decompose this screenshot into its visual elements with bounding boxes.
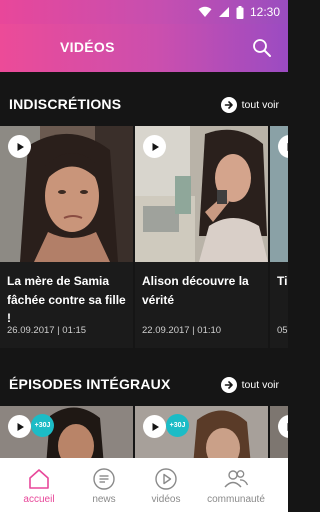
app-bar: VIDÉOS (0, 24, 288, 72)
play-button-icon[interactable] (8, 135, 31, 158)
video-card[interactable]: Ti 05 (270, 126, 288, 348)
nav-label: vidéos (151, 494, 181, 505)
section-title: ÉPISODES INTÉGRAUX (9, 376, 171, 392)
arrow-right-icon (220, 97, 237, 113)
see-all-label: tout voir (241, 379, 279, 391)
page-title: VIDÉOS (60, 39, 115, 55)
community-icon (223, 466, 249, 492)
availability-badge: +30J (31, 414, 54, 437)
nav-label: accueil (23, 494, 55, 505)
video-card[interactable]: +30J (0, 406, 133, 458)
video-card[interactable]: La mère de Samia fâchée contre sa fille … (0, 126, 133, 348)
video-title: Ti (277, 274, 288, 288)
status-bar: 12:30 (0, 0, 288, 24)
home-icon (26, 466, 52, 492)
wifi-icon (198, 6, 212, 17)
section-header-indiscretions: INDISCRÉTIONS tout voir (0, 91, 288, 119)
nav-item-news[interactable]: news (80, 458, 128, 512)
nav-label: news (92, 494, 116, 505)
battery-icon (236, 5, 244, 19)
see-all-button[interactable]: tout voir (220, 375, 279, 395)
video-card[interactable]: +30J (135, 406, 268, 458)
section-header-full-episodes: ÉPISODES INTÉGRAUX tout voir (0, 371, 288, 399)
play-button-icon[interactable] (8, 415, 31, 438)
nav-item-community[interactable]: communauté (200, 458, 272, 512)
availability-badge: +30J (166, 414, 189, 437)
see-all-label: tout voir (241, 99, 279, 111)
news-icon (91, 466, 117, 492)
cellular-signal-icon (218, 7, 229, 17)
play-button-icon[interactable] (143, 415, 166, 438)
video-meta: 22.09.2017 | 01:10 (142, 325, 222, 336)
video-meta: 26.09.2017 | 01:15 (7, 325, 87, 336)
arrow-right-icon (220, 377, 237, 393)
video-rail-indiscretions[interactable]: La mère de Samia fâchée contre sa fille … (0, 126, 288, 350)
video-meta: 05 (277, 325, 288, 336)
video-rail-full-episodes[interactable]: +30J +30J (0, 406, 288, 458)
nav-item-videos[interactable]: vidéos (142, 458, 190, 512)
nav-label: communauté (207, 494, 265, 505)
nav-item-home[interactable]: accueil (14, 458, 64, 512)
bottom-navigation: accueil news vidéos communauté (0, 458, 288, 512)
video-title: Alison découvre la vérité (142, 274, 249, 307)
see-all-button[interactable]: tout voir (220, 95, 279, 115)
status-icons: 12:30 (198, 4, 280, 20)
video-title: La mère de Samia fâchée contre sa fille … (7, 274, 126, 325)
section-title: INDISCRÉTIONS (9, 96, 122, 112)
app-root: 12:30 VIDÉOS INDISCRÉTIONS tout voir La … (0, 0, 288, 512)
video-card[interactable] (270, 406, 288, 458)
video-card[interactable]: Alison découvre la vérité 22.09.2017 | 0… (135, 126, 268, 348)
status-time: 12:30 (249, 5, 280, 19)
play-icon (153, 466, 179, 492)
search-icon[interactable] (250, 36, 274, 60)
play-button-icon[interactable] (143, 135, 166, 158)
